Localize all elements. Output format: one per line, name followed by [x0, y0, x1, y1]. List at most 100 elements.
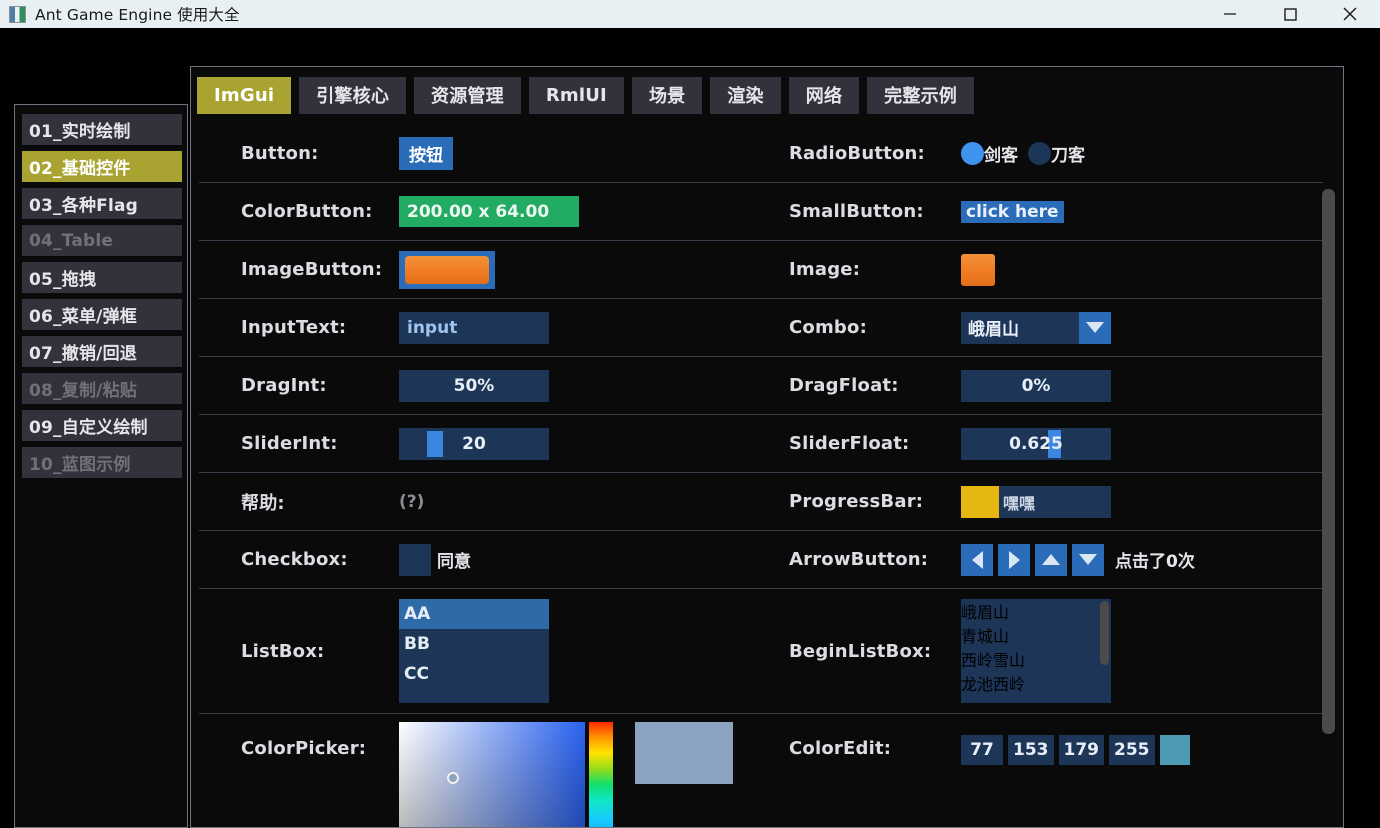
sidebar-item-label: 03_各种Flag — [29, 196, 139, 216]
tab-label: 渲染 — [727, 86, 764, 107]
tab-examples[interactable]: 完整示例 — [867, 76, 974, 114]
inputtext-field[interactable]: input — [399, 311, 549, 344]
sidebar-item-03[interactable]: 03_各种Flag — [22, 188, 182, 219]
slider-handle[interactable] — [427, 430, 443, 457]
sidebar-panel: 01_实时绘制 02_基础控件 03_各种Flag 04_Table 05_拖拽… — [14, 104, 188, 828]
sidebar-item-01[interactable]: 01_实时绘制 — [22, 114, 182, 145]
widget-property-table: Button: 按钮 RadioButton: 剑客 刀客 ColorButto… — [199, 125, 1323, 827]
sidebar-item-label: 04_Table — [29, 230, 114, 251]
content-panel: ImGui 引擎核心 资源管理 RmlUI 场景 渲染 网络 完整示例 Butt… — [190, 66, 1344, 828]
content-scrollbar-track[interactable] — [1322, 127, 1339, 827]
table-row: 帮助: (?) ProgressBar: 嘿嘿 — [199, 473, 1323, 531]
sidebar-item-10[interactable]: 10_蓝图示例 — [22, 447, 182, 478]
radio-icon-unselected[interactable] — [1028, 142, 1051, 165]
coloredit-channel-r[interactable]: 77 — [961, 735, 1003, 765]
coloredit-channel-g[interactable]: 153 — [1008, 735, 1054, 765]
sidebar-item-05[interactable]: 05_拖拽 — [22, 262, 182, 293]
tab-rmlui[interactable]: RmlUI — [528, 76, 624, 114]
scroll-region: Button: 按钮 RadioButton: 剑客 刀客 ColorButto… — [192, 123, 1344, 827]
sidebar-item-08[interactable]: 08_复制/粘贴 — [22, 373, 182, 404]
colorbutton-widget[interactable]: 200.00 x 64.00 — [399, 196, 579, 227]
colorpicker-saturation-value-area[interactable] — [399, 722, 585, 827]
chevron-down-icon[interactable] — [1079, 311, 1111, 344]
list-item[interactable]: 青城山 — [961, 623, 1111, 647]
sidebar-item-label: 01_实时绘制 — [29, 122, 131, 142]
colorbutton-label: ColorButton: — [241, 201, 373, 222]
sliderint-value: 20 — [462, 433, 486, 454]
smallbutton-label: SmallButton: — [789, 201, 924, 222]
sidebar-item-04[interactable]: 04_Table — [22, 225, 182, 256]
table-cell-arrowbutton: ArrowButton: 点击了0次 — [761, 543, 1323, 576]
colorpicker-cursor-icon[interactable] — [447, 772, 459, 784]
beginlistbox-widget[interactable]: 峨眉山 青城山 西岭雪山 龙池西岭 — [961, 599, 1111, 703]
coloredit-swatch[interactable] — [1159, 735, 1190, 765]
close-icon[interactable] — [1320, 0, 1380, 28]
arrowbutton-control: 点击了0次 — [961, 543, 1323, 576]
colorpicker-control — [399, 722, 761, 827]
left-arrow-icon[interactable] — [961, 543, 993, 576]
imagebutton-widget[interactable] — [399, 250, 495, 289]
sidebar-item-07[interactable]: 07_撤销/回退 — [22, 336, 182, 367]
radiobutton-control: 剑客 刀客 — [961, 141, 1323, 166]
listbox-widget[interactable]: AA BB CC — [399, 599, 549, 703]
dragfloat-label: DragFloat: — [789, 375, 899, 396]
sliderfloat-widget[interactable]: 0.625 — [961, 427, 1111, 460]
arrow-click-count: 点击了0次 — [1115, 552, 1195, 572]
radio-label-1: 剑客 — [984, 146, 1018, 166]
dragfloat-control: 0% — [961, 369, 1323, 402]
table-row: ListBox: AA BB CC BeginListBox: 峨眉山 青城山 … — [199, 589, 1323, 714]
tab-network[interactable]: 网络 — [788, 76, 860, 114]
orange-swatch-image-icon — [405, 255, 489, 284]
sliderfloat-control: 0.625 — [961, 427, 1323, 460]
list-item[interactable]: AA — [399, 599, 549, 629]
table-cell-dragfloat: DragFloat: 0% — [761, 369, 1323, 402]
right-arrow-icon[interactable] — [998, 543, 1030, 576]
table-cell-sliderint: SliderInt: 20 — [199, 427, 761, 460]
client-area: 01_实时绘制 02_基础控件 03_各种Flag 04_Table 05_拖拽… — [0, 28, 1380, 828]
radiobutton-label: RadioButton: — [789, 143, 925, 164]
tab-scene[interactable]: 场景 — [631, 76, 703, 114]
list-item[interactable]: 龙池西岭 — [961, 671, 1111, 695]
maximize-icon[interactable] — [1260, 0, 1320, 28]
table-row: InputText: input Combo: 峨眉山 — [199, 299, 1323, 357]
dragint-label: DragInt: — [241, 375, 327, 396]
tab-label: 场景 — [648, 86, 686, 107]
minimize-icon[interactable] — [1200, 0, 1260, 28]
table-row: ImageButton: Image: — [199, 241, 1323, 299]
tab-imgui[interactable]: ImGui — [197, 76, 292, 114]
tab-engine[interactable]: 引擎核心 — [299, 76, 407, 114]
tab-render[interactable]: 渲染 — [710, 76, 781, 114]
content-scrollbar-thumb[interactable] — [1322, 189, 1335, 734]
window-controls — [1200, 0, 1380, 28]
button-widget[interactable]: 按钮 — [399, 137, 453, 170]
sliderint-widget[interactable]: 20 — [399, 427, 549, 460]
down-arrow-icon[interactable] — [1072, 543, 1104, 576]
smallbutton-widget[interactable]: click here — [961, 200, 1064, 223]
arrowbutton-label: ArrowButton: — [789, 549, 929, 570]
dragfloat-widget[interactable]: 0% — [961, 369, 1111, 402]
colorpicker-hue-strip[interactable] — [589, 722, 613, 827]
sidebar-item-02[interactable]: 02_基础控件 — [22, 151, 182, 182]
table-cell-imagebutton: ImageButton: — [199, 250, 761, 289]
sidebar-item-label: 02_基础控件 — [29, 159, 131, 179]
help-icon[interactable]: (?) — [399, 492, 424, 512]
list-item[interactable]: BB — [399, 629, 549, 659]
tab-resource[interactable]: 资源管理 — [414, 76, 521, 114]
table-cell-inputtext: InputText: input — [199, 311, 761, 344]
dragint-widget[interactable]: 50% — [399, 369, 549, 402]
coloredit-control: 77 153 179 255 — [961, 722, 1323, 765]
list-item[interactable]: CC — [399, 659, 549, 689]
table-cell-colorpicker: ColorPicker: — [199, 722, 761, 827]
sidebar-item-06[interactable]: 06_菜单/弹框 — [22, 299, 182, 330]
beginlistbox-control: 峨眉山 青城山 西岭雪山 龙池西岭 — [961, 599, 1323, 703]
checkbox-widget[interactable] — [399, 543, 431, 576]
listbox-scrollbar[interactable] — [1100, 601, 1109, 665]
combo-select[interactable]: 峨眉山 — [961, 311, 1111, 344]
sidebar-item-09[interactable]: 09_自定义绘制 — [22, 410, 182, 441]
up-arrow-icon[interactable] — [1035, 543, 1067, 576]
radio-icon-selected[interactable] — [961, 142, 984, 165]
list-item[interactable]: 峨眉山 — [961, 599, 1111, 623]
coloredit-channel-b[interactable]: 179 — [1058, 735, 1104, 765]
list-item[interactable]: 西岭雪山 — [961, 647, 1111, 671]
coloredit-channel-a[interactable]: 255 — [1109, 735, 1155, 765]
